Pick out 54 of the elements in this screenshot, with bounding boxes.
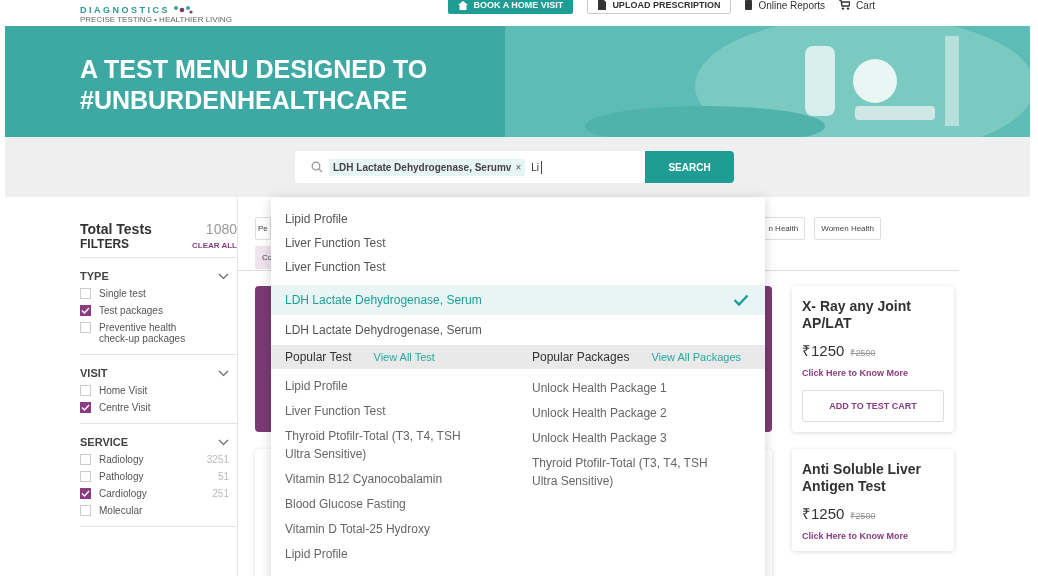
filter-option-label: Test packages [99,305,163,316]
filter-section-title: VISIT [80,367,108,379]
popular-tests-heading: Popular Test [285,350,352,364]
old-price: ₹2500 [850,347,876,359]
popular-packages-heading: Popular Packages [532,350,630,364]
test-price: ₹1250 [802,504,845,523]
popular-test-item[interactable]: Lipid Profile [285,543,485,568]
category-chip[interactable]: Women Health [814,217,881,240]
filter-option-count: 51 [217,471,229,482]
banner-title: A TEST MENU DESIGNED TO #UNBURDENHEALTHCARE [80,54,428,116]
total-tests-count: 1080 [205,221,237,237]
search-input-text: Li [531,161,540,173]
upload-prescription-button[interactable]: UPLOAD PRESCRIPTION [587,0,732,14]
clear-all-link[interactable]: CLEAR ALL [191,241,237,250]
popular-test-item[interactable]: Vitamin D Total-25 Hydroxy [285,518,485,543]
total-tests-label: Total Tests [80,221,152,237]
know-more-link[interactable]: Click Here to Know More [802,531,909,541]
online-reports-link[interactable]: Online Reports [745,0,826,11]
test-price: ₹1250 [802,341,845,360]
filter-option-label: Cardiology [99,488,147,499]
cart-link[interactable]: Cart [839,0,875,11]
filter-option-label: Home Visit [99,385,148,396]
popular-package-item[interactable]: Thyroid Ptofilr-Total (T3, T4, TSH Ultra Sensitive) [532,452,732,495]
test-title: Anti Soluble Liver Antigen Test [802,461,922,495]
popular-package-item[interactable]: Unlock Health Package 1 [532,377,732,402]
filter-section-title: TYPE [80,270,109,282]
popular-package-item[interactable]: Unlock Health Package 2 [532,402,732,427]
popular-test-item[interactable]: Liver Function Test [285,400,485,425]
filter-option-label: Molecular [99,505,143,516]
add-to-cart-button[interactable]: ADD TO TEST CART [802,390,944,422]
filter-section-title: SERVICE [80,436,129,448]
search-field[interactable]: LDH Lactate Dehydrogenase, Serumv × Li [295,151,645,183]
test-title: X- Ray any Joint AP/LAT [802,298,912,332]
popular-test-item[interactable]: Vitamin B12 Cyanocobalamin [285,468,485,493]
know-more-link[interactable]: Click Here to Know More [802,368,909,378]
filter-option-count: 3251 [206,454,229,465]
logo-tagline: PRECISE TESTING • HEALTHIER LIVING [80,15,232,24]
popular-test-item[interactable]: Blood Glucose Fasting [285,493,485,518]
filter-option-label: Pathology [99,471,144,482]
search-tag: LDH Lactate Dehydrogenase, Serumv × [329,158,526,176]
popular-test-item[interactable]: Thyroid Ptofilr-Total (T3, T4, TSH Ultra Sensitive) [285,425,485,468]
filter-option-label: Single test [99,288,146,299]
filter-option-label: Preventive health check-up packages [99,322,187,344]
suggestion-item[interactable]: LDH Lactate Dehydrogenase, Serum [271,318,765,342]
filter-option-label: Centre Visit [99,402,151,413]
remove-tag-button[interactable]: × [515,161,522,173]
popular-test-item[interactable]: Lipid Profile [285,375,485,400]
filters-label: FILTERS [80,237,130,251]
old-price: ₹2500 [850,510,876,522]
filter-option-count: 251 [212,488,229,499]
filter-option-label: Radiology [99,454,144,465]
category-chip[interactable]: Pe [255,217,271,240]
popular-package-item[interactable]: Unlock Health Package 3 [532,427,732,452]
logo-text: DIAGNOSTICS [80,5,170,15]
